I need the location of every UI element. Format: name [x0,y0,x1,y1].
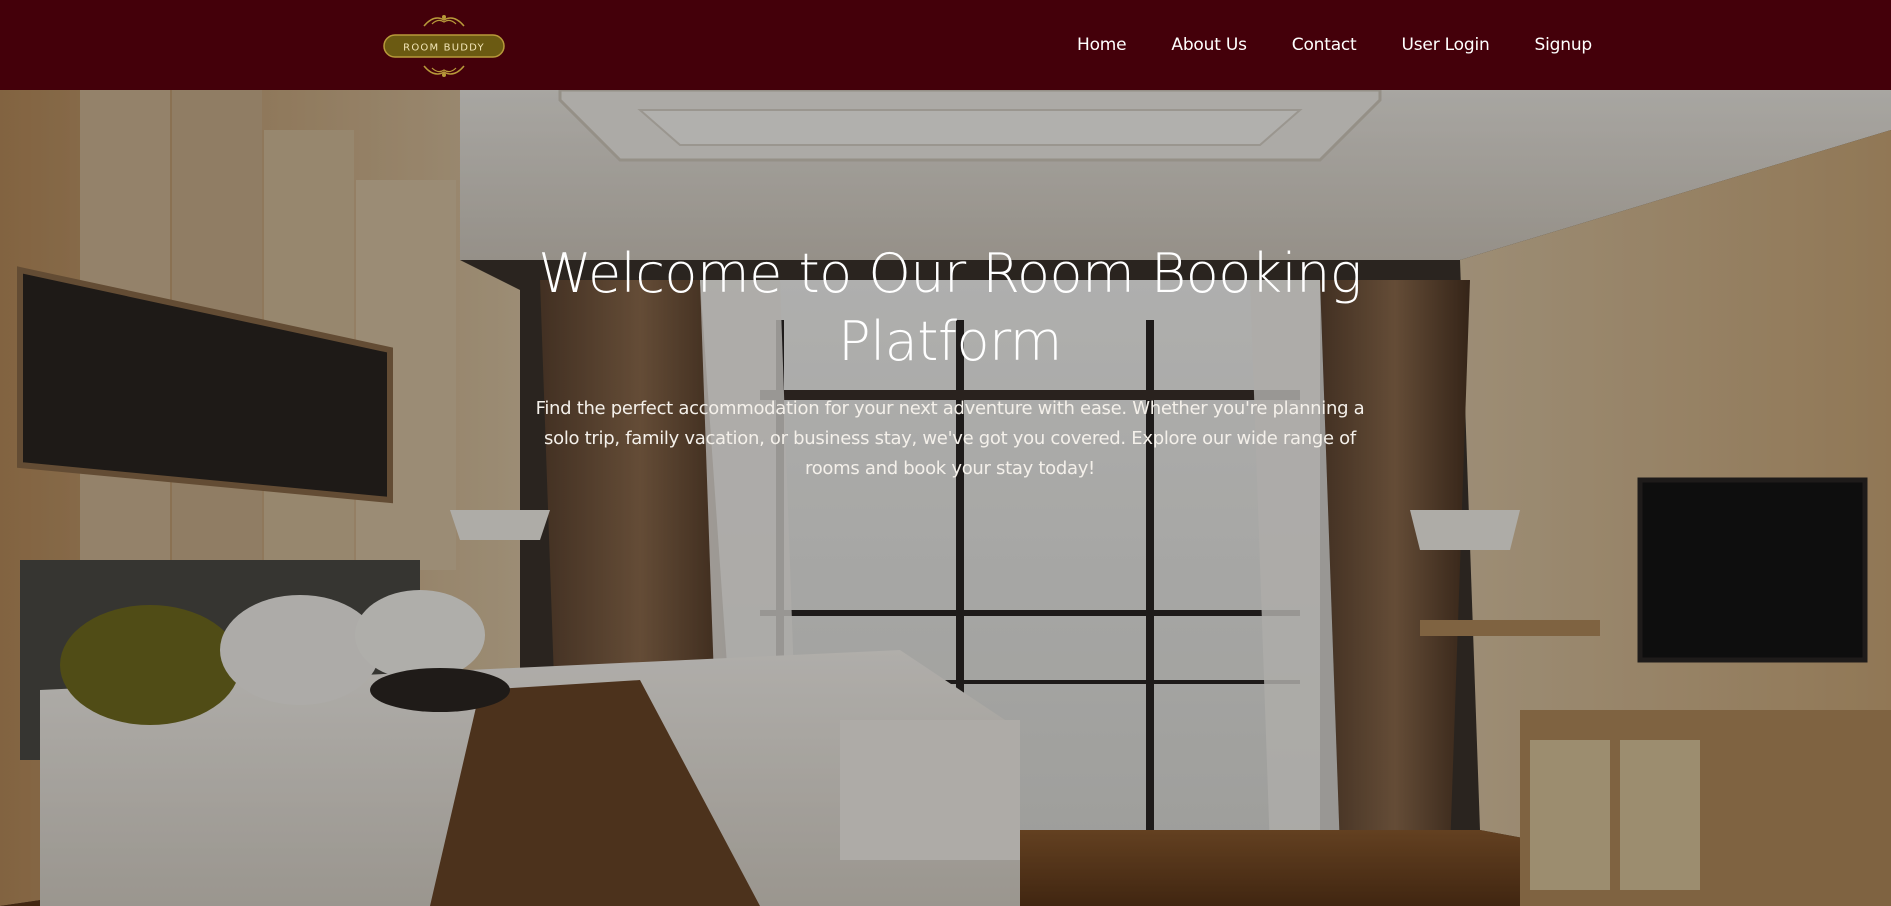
nav-link-about-us[interactable]: About Us [1171,35,1247,55]
hero-description: Find the perfect accommodation for your … [535,398,1365,479]
nav-link-user-login[interactable]: User Login [1402,35,1490,55]
nav-link-signup[interactable]: Signup [1535,35,1593,55]
room-buddy-logo[interactable]: ROOM BUDDY [382,12,506,80]
main-navigation: Home About Us Contact User Login Signup [1077,0,1592,90]
hero-section: Welcome to Our Room Booking Platform Fin… [0,90,1891,906]
hero-content: Welcome to Our Room Booking Platform Fin… [530,240,1370,484]
hero-title: Welcome to Our Room Booking Platform [538,242,1362,373]
top-navbar: ROOM BUDDY Home About Us Contact User Lo… [0,0,1891,90]
nav-link-contact[interactable]: Contact [1292,35,1357,55]
nav-link-home[interactable]: Home [1077,35,1127,55]
logo-text: ROOM BUDDY [403,43,485,54]
hero-dark-overlay [0,90,1891,906]
